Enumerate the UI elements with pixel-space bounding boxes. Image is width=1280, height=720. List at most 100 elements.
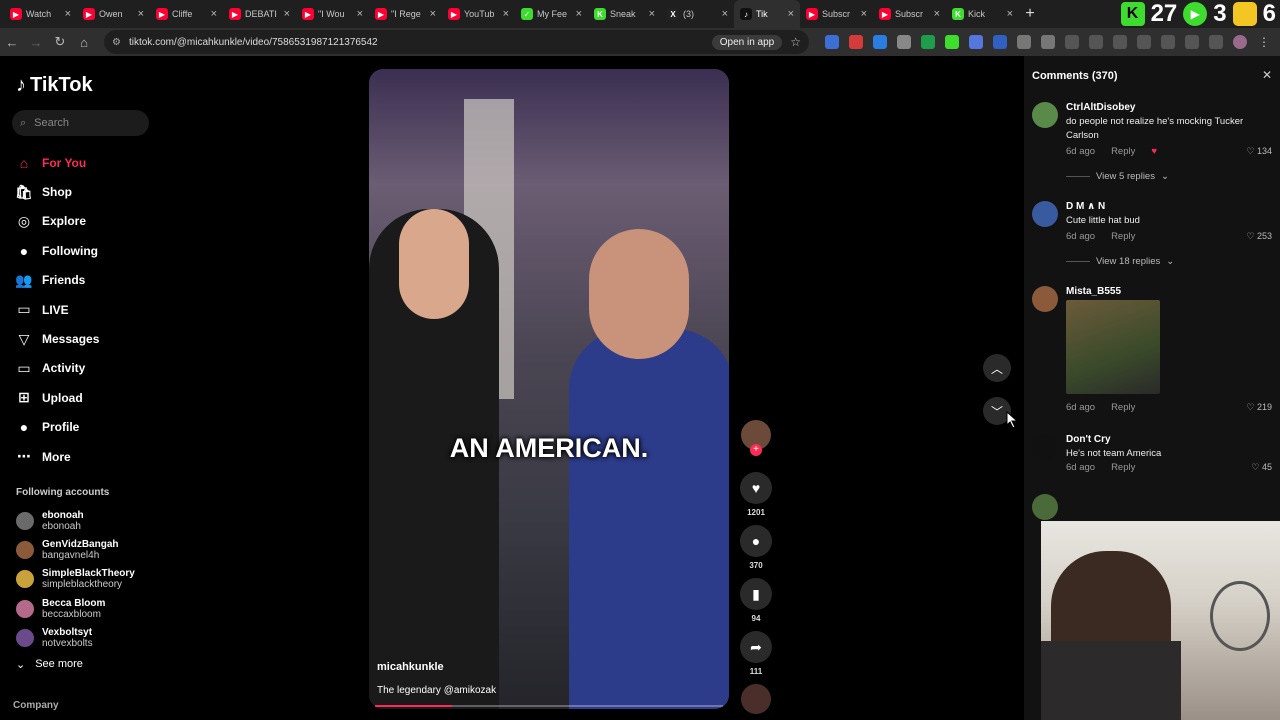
reply-button[interactable]: Reply xyxy=(1111,231,1135,242)
comment-like[interactable]: ♡ 253 xyxy=(1246,231,1272,242)
following-account[interactable]: Vexboltsyt notvexbolts xyxy=(16,624,135,653)
close-tab-icon[interactable]: × xyxy=(649,8,655,20)
browser-tab[interactable]: ▶ Owen × xyxy=(77,0,150,28)
new-tab-button[interactable]: + xyxy=(1019,5,1041,23)
extension-icon[interactable] xyxy=(921,35,935,49)
close-tab-icon[interactable]: × xyxy=(503,8,509,20)
search-input[interactable]: ⌕ Search xyxy=(12,110,149,136)
avatar[interactable] xyxy=(1032,434,1058,460)
extension-icon[interactable] xyxy=(825,35,839,49)
back-icon[interactable]: ← xyxy=(0,35,24,50)
browser-tab[interactable]: ▶ Subscr × xyxy=(800,0,873,28)
see-more-button[interactable]: ⌄ See more xyxy=(16,658,83,671)
extension-icon[interactable] xyxy=(1041,35,1055,49)
browser-tab[interactable]: ▶ YouTub × xyxy=(442,0,515,28)
browser-tab[interactable]: ▶ Subscr × xyxy=(873,0,946,28)
kick-icon[interactable]: K xyxy=(1120,2,1145,26)
comment-action[interactable]: ● 370 xyxy=(740,525,772,570)
open-in-app-button[interactable]: Open in app xyxy=(711,34,783,50)
browser-menu-icon[interactable]: ⋮ xyxy=(1257,35,1271,49)
browser-tab[interactable]: ▶ Cliffe × xyxy=(150,0,223,28)
tiktok-logo[interactable]: ♪ TikTok xyxy=(16,74,93,97)
close-tab-icon[interactable]: × xyxy=(65,8,71,20)
avatar[interactable] xyxy=(1032,102,1058,128)
share-icon[interactable]: ➦ xyxy=(740,631,772,663)
bookmark-star-icon[interactable]: ☆ xyxy=(790,35,801,49)
follow-plus-icon[interactable]: + xyxy=(750,444,762,456)
avatar[interactable] xyxy=(1032,494,1058,520)
sidebar-item-explore[interactable]: ◎ Explore xyxy=(16,207,99,236)
home-icon[interactable]: ⌂ xyxy=(72,35,96,50)
reply-button[interactable]: Reply xyxy=(1111,402,1135,413)
close-icon[interactable]: ✕ xyxy=(1262,68,1272,82)
reply-button[interactable]: Reply xyxy=(1111,462,1135,473)
view-replies-button[interactable]: View 18 replies ⌄ xyxy=(1066,256,1174,267)
share-action[interactable]: ➦ 111 xyxy=(740,631,772,676)
close-tab-icon[interactable]: × xyxy=(788,8,794,20)
forward-icon[interactable]: → xyxy=(24,35,48,50)
extension-icon[interactable] xyxy=(1017,35,1031,49)
site-info-icon[interactable]: ⚙ xyxy=(112,37,121,48)
sidebar-item-following[interactable]: ● Following xyxy=(16,236,99,265)
close-tab-icon[interactable]: × xyxy=(430,8,436,20)
sidebar-item-upload[interactable]: ⊞ Upload xyxy=(16,383,99,412)
comment-user[interactable]: Don't Cry xyxy=(1066,434,1111,445)
browser-tab[interactable]: ▶ "I Rege × xyxy=(369,0,442,28)
close-tab-icon[interactable]: × xyxy=(576,8,582,20)
close-tab-icon[interactable]: × xyxy=(934,8,940,20)
sidebar-item-more[interactable]: ⋯ More xyxy=(16,442,99,471)
company-link[interactable]: Company xyxy=(13,700,59,711)
extensions-puzzle-icon[interactable] xyxy=(1065,35,1079,49)
browser-tab[interactable]: X (3) × xyxy=(661,0,734,28)
browser-tab[interactable]: K Sneak × xyxy=(588,0,661,28)
browser-tab[interactable]: ✓ My Fee × xyxy=(515,0,588,28)
following-account[interactable]: ebonoah ebonoah xyxy=(16,506,135,535)
browser-tab[interactable]: ♪ Tik × xyxy=(734,0,800,28)
sidebar-item-friends[interactable]: 👥 Friends xyxy=(15,266,99,295)
close-tab-icon[interactable]: × xyxy=(1007,8,1013,20)
extension-icon[interactable] xyxy=(849,35,863,49)
video-progress-bar[interactable] xyxy=(375,705,723,707)
previous-video-button[interactable]: ︿ xyxy=(983,354,1011,382)
following-account[interactable]: SimpleBlackTheory simpleblacktheory xyxy=(16,565,135,594)
play-icon[interactable]: ▶ xyxy=(1183,2,1208,26)
extension-icon[interactable] xyxy=(897,35,911,49)
save-action[interactable]: ▮ 94 xyxy=(740,578,772,623)
avatar[interactable] xyxy=(1032,201,1058,227)
comment-user[interactable]: D M ∧ N xyxy=(1066,201,1105,212)
close-tab-icon[interactable]: × xyxy=(284,8,290,20)
browser-tab[interactable]: ▶ "I Wou × xyxy=(296,0,369,28)
browser-tab[interactable]: ▶ DEBATI × xyxy=(223,0,296,28)
close-tab-icon[interactable]: × xyxy=(138,8,144,20)
author-avatar[interactable]: + xyxy=(741,420,771,456)
comment-icon[interactable]: ● xyxy=(740,525,772,557)
music-disc-icon[interactable] xyxy=(741,684,771,714)
history-icon[interactable] xyxy=(1089,35,1103,49)
close-tab-icon[interactable]: × xyxy=(211,8,217,20)
sidebar-item-live[interactable]: ▭ LIVE xyxy=(16,295,99,324)
close-tab-icon[interactable]: × xyxy=(722,8,728,20)
sidebar-item-for-you[interactable]: ⌂ For You xyxy=(16,148,99,177)
extension-icon[interactable] xyxy=(969,35,983,49)
avatar[interactable] xyxy=(1032,286,1058,312)
comment-image[interactable] xyxy=(1066,300,1160,394)
following-account[interactable]: Becca Bloom beccaxbloom xyxy=(16,594,135,623)
reload-icon[interactable]: ↻ xyxy=(48,34,72,50)
comment-like[interactable]: ♡ 134 xyxy=(1246,146,1272,157)
video-player[interactable]: AN AMERICAN. micahkunkle The legendary @… xyxy=(369,69,729,709)
comment-user[interactable]: Mista_B555 xyxy=(1066,286,1121,297)
following-account[interactable]: GenVidzBangah bangavnel4h xyxy=(16,535,135,564)
sidebar-item-profile[interactable]: ● Profile xyxy=(16,413,99,442)
sidebar-icon[interactable] xyxy=(1161,35,1175,49)
reading-list-icon[interactable] xyxy=(1185,35,1199,49)
comment-user[interactable]: CtrlAltDisobey xyxy=(1066,102,1135,113)
sidebar-item-activity[interactable]: ▭ Activity xyxy=(16,354,99,383)
extension-icon[interactable] xyxy=(1113,35,1127,49)
close-tab-icon[interactable]: × xyxy=(861,8,867,20)
heart-icon[interactable]: ♥ xyxy=(740,472,772,504)
sidebar-item-shop[interactable]: 🛍 Shop xyxy=(15,177,99,206)
extension-icon[interactable] xyxy=(945,35,959,49)
url-field[interactable]: ⚙ tiktok.com/@micahkunkle/video/75865319… xyxy=(104,30,809,54)
comment-like[interactable]: ♡ 219 xyxy=(1246,402,1272,413)
view-replies-button[interactable]: View 5 replies ⌄ xyxy=(1066,171,1169,182)
